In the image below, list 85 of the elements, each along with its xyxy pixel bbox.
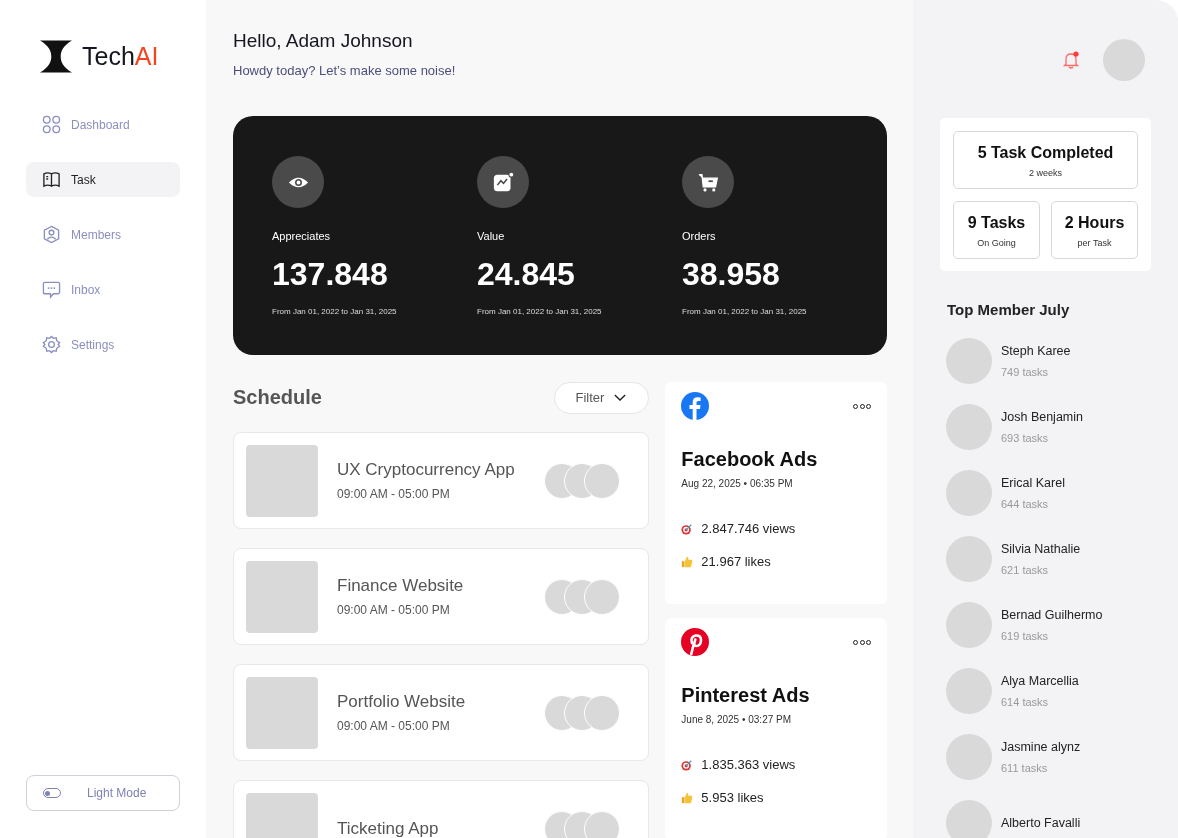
target-icon xyxy=(681,522,694,535)
sidebar-item[interactable]: Task xyxy=(26,162,180,197)
member-task-count: 749 tasks xyxy=(1001,366,1050,378)
summary-caption: 2 weeks xyxy=(1029,168,1062,178)
thumbs-up-icon xyxy=(681,555,694,568)
likes-count: 21.967 likes xyxy=(701,554,771,569)
chat-icon xyxy=(42,280,61,299)
member-name: Erical Karel xyxy=(1001,476,1065,490)
views-count: 2.847.746 views xyxy=(701,521,796,536)
member-task-count: 619 tasks xyxy=(1001,630,1050,642)
avatar-group-icon xyxy=(544,694,621,731)
settings-icon xyxy=(42,335,61,354)
schedule-card[interactable]: Ticketing App xyxy=(233,780,650,838)
stat-label: Orders xyxy=(682,230,716,242)
light-mode-button[interactable]: Light Mode xyxy=(26,775,180,811)
facebook-icon xyxy=(681,392,710,420)
member-name: Silvia Nathalie xyxy=(1001,542,1081,556)
task-time: 09:00 AM - 05:00 PM xyxy=(337,719,451,733)
member-name: Alya Marcellia xyxy=(1001,674,1079,688)
schedule-card[interactable]: Portfolio Website 09:00 AM - 05:00 PM xyxy=(233,664,650,761)
summary-value: 5 Task Completed xyxy=(977,144,1114,162)
member-avatar xyxy=(946,338,992,384)
likes-count: 5.953 likes xyxy=(701,790,764,805)
stat-value: 24.845 xyxy=(477,256,575,293)
user-icon xyxy=(42,225,61,244)
task-time: 09:00 AM - 05:00 PM xyxy=(337,603,451,617)
member-avatar xyxy=(946,800,992,838)
member-avatar xyxy=(946,668,992,714)
book-icon xyxy=(42,170,61,189)
member-avatar xyxy=(946,404,992,450)
member-name: Josh Benjamin xyxy=(1001,410,1083,424)
member-task-count: 621 tasks xyxy=(1001,564,1050,576)
summary-value: 2 Hours xyxy=(1064,214,1125,232)
task-title: Ticketing App xyxy=(337,818,440,838)
task-title: Finance Website xyxy=(337,576,465,596)
filter-button[interactable]: Filter xyxy=(554,381,650,414)
bell-icon[interactable] xyxy=(1061,50,1081,70)
stat-date-range: From Jan 01, 2022 to Jan 31, 2025 xyxy=(477,307,602,316)
ad-title: Pinterest Ads xyxy=(681,684,810,707)
avatar-group-icon xyxy=(544,462,621,499)
chart-icon xyxy=(492,171,514,193)
task-title: Portfolio Website xyxy=(337,692,467,712)
chevron-down-icon xyxy=(614,394,627,401)
stat-date-range: From Jan 01, 2022 to Jan 31, 2025 xyxy=(272,307,397,316)
summary-caption: On Going xyxy=(977,238,1016,248)
task-time: 09:00 AM - 05:00 PM xyxy=(337,487,451,501)
member-avatar xyxy=(946,536,992,582)
schedule-title: Schedule xyxy=(233,386,322,409)
grid-icon xyxy=(42,115,61,134)
stat-value: 137.848 xyxy=(272,256,388,293)
top-members-title: Top Member July xyxy=(947,301,1071,318)
member-task-count: 644 tasks xyxy=(1001,498,1050,510)
schedule-card[interactable]: Finance Website 09:00 AM - 05:00 PM xyxy=(233,548,650,645)
logo-icon xyxy=(40,39,72,73)
stat-date-range: From Jan 01, 2022 to Jan 31, 2025 xyxy=(682,307,807,316)
ad-date: Aug 22, 2025 • 06:35 PM xyxy=(681,478,793,489)
views-count: 1.835.363 views xyxy=(701,757,796,772)
task-title: UX Cryptocurrency App xyxy=(337,460,516,480)
member-name: Steph Karee xyxy=(1001,344,1071,358)
summary-value: 9 Tasks xyxy=(967,214,1026,232)
avatar-group-icon xyxy=(544,578,621,615)
member-task-count: 611 tasks xyxy=(1001,762,1049,774)
member-name: Alberto Favalli xyxy=(1001,816,1081,830)
member-avatar xyxy=(946,470,992,516)
stat-label: Appreciates xyxy=(272,230,331,242)
ad-title: Facebook Ads xyxy=(681,448,818,471)
avatar-group-icon xyxy=(544,810,621,838)
member-name: Bernad Guilhermo xyxy=(1001,608,1103,622)
pinterest-icon xyxy=(681,628,710,656)
member-task-count: 693 tasks xyxy=(1001,432,1050,444)
target-icon xyxy=(681,758,694,771)
member-name: Jasmine alynz xyxy=(1001,740,1081,754)
thumbs-up-icon xyxy=(681,791,694,804)
brand-name: TechAI xyxy=(82,41,159,71)
member-avatar xyxy=(946,734,992,780)
stat-value: 38.958 xyxy=(682,256,780,293)
summary-caption: per Task xyxy=(1077,238,1112,248)
member-avatar xyxy=(946,602,992,648)
greeting-subtitle: Howdy today? Let’s make some noise! xyxy=(233,63,456,78)
schedule-card[interactable]: UX Cryptocurrency App 09:00 AM - 05:00 PM xyxy=(233,432,650,529)
cart-icon xyxy=(697,171,719,193)
member-task-count: 614 tasks xyxy=(1001,696,1050,708)
stat-label: Value xyxy=(477,230,505,242)
ad-date: June 8, 2025 • 03:27 PM xyxy=(681,714,792,725)
greeting: Hello, Adam Johnson xyxy=(233,30,413,52)
